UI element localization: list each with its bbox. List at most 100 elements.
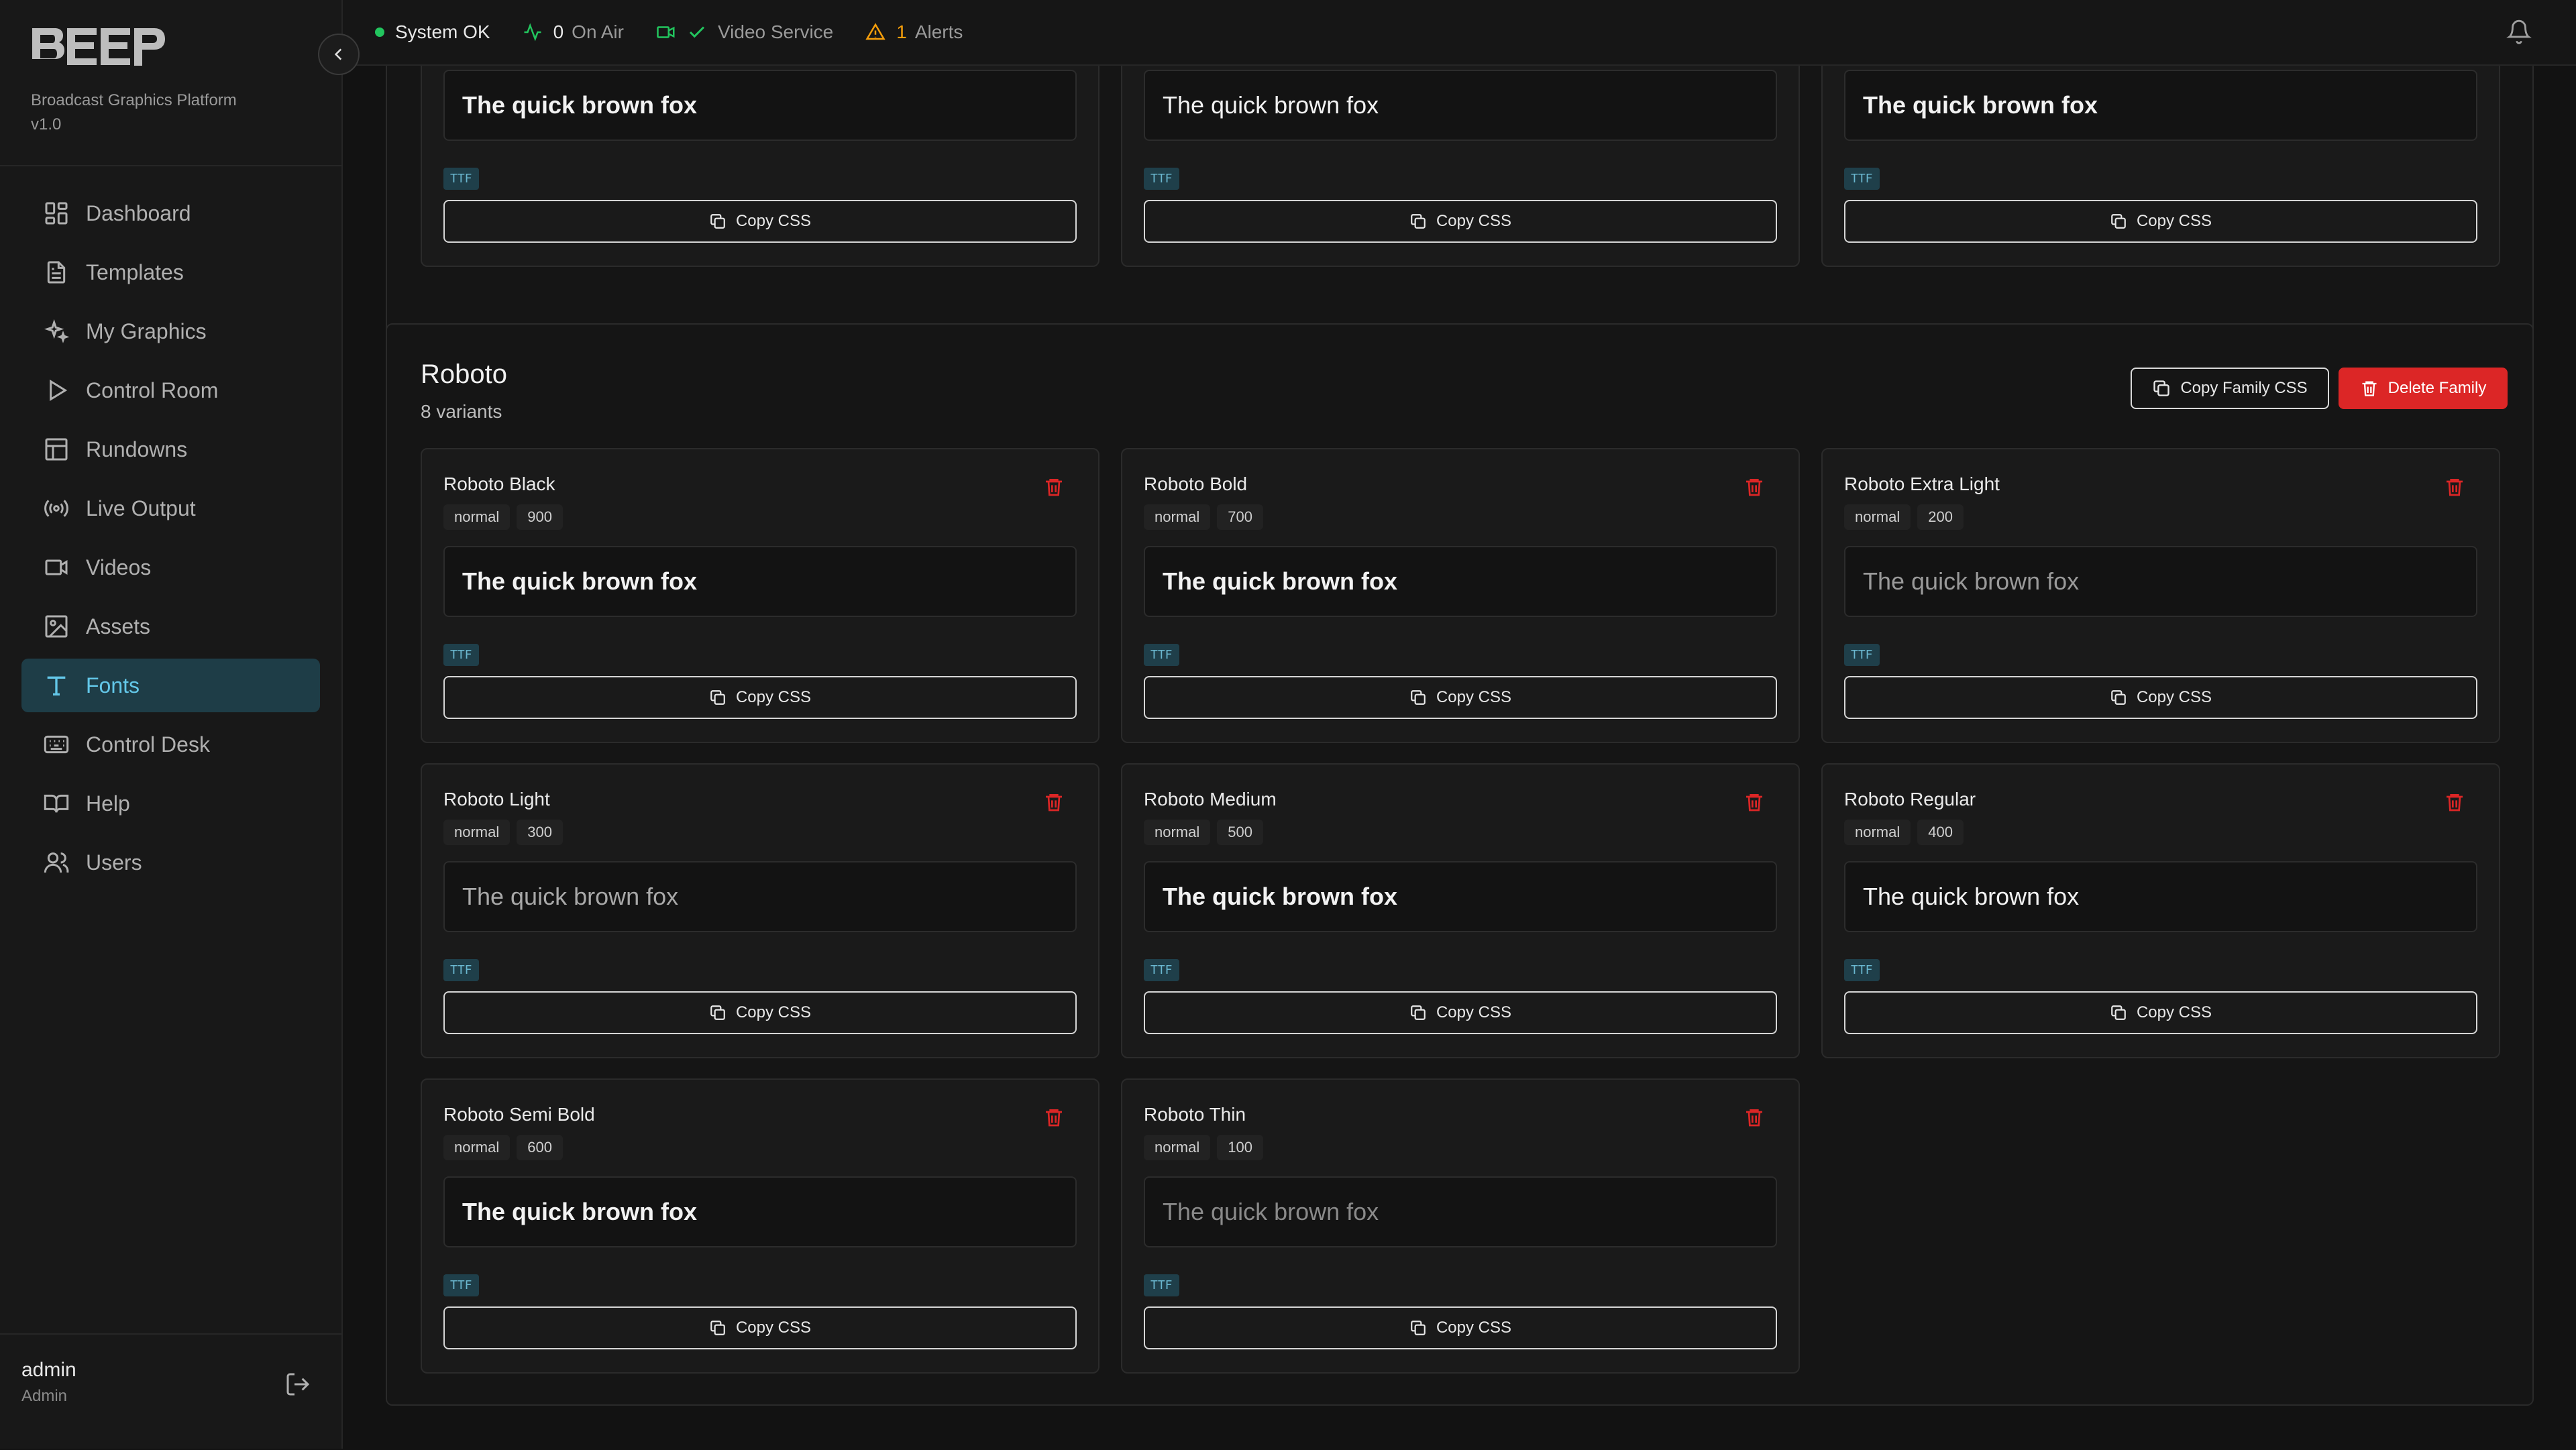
warning-icon <box>865 23 885 40</box>
on-air-count: 0 <box>553 21 564 42</box>
copy-css-button[interactable]: Copy CSS <box>1844 200 2477 243</box>
font-preview: The quick brown fox <box>1844 861 2477 932</box>
type-icon <box>47 676 66 695</box>
sidebar-item-label: Users <box>86 850 142 875</box>
sidebar-item-users[interactable]: Users <box>21 836 320 889</box>
sidebar-item-control-room[interactable]: Control Room <box>21 364 320 417</box>
sidebar-item-live-output[interactable]: Live Output <box>21 482 320 535</box>
copy-family-css-label: Copy Family CSS <box>2180 379 2308 397</box>
sidebar-item-help[interactable]: Help <box>21 777 320 830</box>
copy-css-button[interactable]: Copy CSS <box>1144 991 1777 1034</box>
copy-icon <box>1411 214 1426 229</box>
activity-icon <box>524 23 541 42</box>
beep-logo <box>32 28 165 66</box>
weight-tag: 700 <box>1217 504 1263 530</box>
user-area: admin Admin <box>0 1333 341 1450</box>
sidebar-item-label: Control Desk <box>86 732 210 757</box>
copy-icon <box>710 1005 725 1020</box>
font-card: The quick brown fox TTF Copy CSS <box>1121 64 1800 267</box>
table-icon <box>45 438 68 461</box>
sidebar-item-control-desk[interactable]: Control Desk <box>21 718 320 771</box>
font-card: Roboto Regular normal 400 The quick brow… <box>1821 763 2500 1058</box>
sidebar-item-rundowns[interactable]: Rundowns <box>21 423 320 476</box>
sidebar-nav: Dashboard Templates My Graphics Control … <box>21 186 320 895</box>
copy-icon <box>2153 380 2169 396</box>
style-tag: normal <box>443 504 511 530</box>
copy-icon <box>2111 214 2126 229</box>
image-icon <box>45 615 68 638</box>
font-card: Roboto Extra Light normal 200 The quick … <box>1821 448 2500 743</box>
copy-css-label: Copy CSS <box>1436 1003 1512 1021</box>
trash-icon[interactable] <box>2444 476 2465 498</box>
user-name: admin <box>21 1359 76 1381</box>
sidebar-item-templates[interactable]: Templates <box>21 245 320 299</box>
trash-icon <box>2362 381 2377 396</box>
sidebar-item-fonts[interactable]: Fonts <box>21 659 320 712</box>
format-badge: TTF <box>1844 959 1880 981</box>
alerts-count: 1 <box>896 21 907 42</box>
system-status-label: System OK <box>395 21 490 42</box>
copy-icon <box>710 214 725 229</box>
font-variant-name: Roboto Bold <box>1144 473 1248 494</box>
trash-icon[interactable] <box>1743 476 1765 498</box>
copy-css-button[interactable]: Copy CSS <box>1144 1306 1777 1349</box>
copy-css-label: Copy CSS <box>735 1319 812 1337</box>
trash-icon[interactable] <box>1043 476 1065 498</box>
copy-css-label: Copy CSS <box>2136 212 2212 230</box>
keyboard-icon <box>44 735 69 754</box>
trash-icon[interactable] <box>2444 791 2465 813</box>
weight-tag: 900 <box>517 504 563 530</box>
copy-family-css-button[interactable]: Copy Family CSS <box>2131 368 2329 409</box>
style-tag: normal <box>443 820 511 845</box>
video-icon <box>45 559 68 575</box>
font-preview: The quick brown fox <box>443 70 1077 141</box>
copy-css-button[interactable]: Copy CSS <box>1844 676 2477 719</box>
trash-icon[interactable] <box>1043 1107 1065 1128</box>
bell-icon[interactable] <box>2506 19 2532 44</box>
alerts-status[interactable]: 1 Alerts <box>865 21 963 43</box>
font-preview: The quick brown fox <box>443 546 1077 617</box>
format-badge: TTF <box>443 168 479 190</box>
format-badge: TTF <box>1144 168 1179 190</box>
copy-icon <box>1411 1005 1426 1020</box>
sidebar-item-videos[interactable]: Videos <box>21 541 320 594</box>
copy-css-button[interactable]: Copy CSS <box>1144 200 1777 243</box>
copy-css-button[interactable]: Copy CSS <box>443 676 1077 719</box>
copy-css-button[interactable]: Copy CSS <box>1844 991 2477 1034</box>
font-variant-name: Roboto Medium <box>1144 789 1277 810</box>
collapse-sidebar-button[interactable] <box>318 34 360 75</box>
copy-icon <box>1411 1321 1426 1335</box>
font-preview: The quick brown fox <box>443 861 1077 932</box>
format-badge: TTF <box>1844 168 1880 190</box>
sidebar-item-my-graphics[interactable]: My Graphics <box>21 304 320 358</box>
delete-family-button[interactable]: Delete Family <box>2339 368 2508 409</box>
status-dot-icon <box>375 27 384 37</box>
copy-css-button[interactable]: Copy CSS <box>443 200 1077 243</box>
user-role: Admin <box>21 1387 68 1405</box>
font-preview: The quick brown fox <box>1144 546 1777 617</box>
copy-css-button[interactable]: Copy CSS <box>443 991 1077 1034</box>
copy-css-label: Copy CSS <box>1436 212 1512 230</box>
copy-css-button[interactable]: Copy CSS <box>1144 676 1777 719</box>
copy-css-button[interactable]: Copy CSS <box>443 1306 1077 1349</box>
font-card: Roboto Light normal 300 The quick brown … <box>421 763 1099 1058</box>
sidebar-item-label: Rundowns <box>86 437 188 461</box>
trash-icon[interactable] <box>1743 791 1765 813</box>
font-preview: The quick brown fox <box>1844 546 2477 617</box>
main-content: The quick brown fox TTF Copy CSS The qui… <box>343 64 2576 1449</box>
logout-icon[interactable] <box>284 1371 311 1398</box>
check-icon <box>689 26 705 38</box>
sidebar-item-dashboard[interactable]: Dashboard <box>21 186 320 240</box>
format-badge: TTF <box>443 959 479 981</box>
copy-css-label: Copy CSS <box>735 688 812 706</box>
copy-icon <box>1411 690 1426 705</box>
trash-icon[interactable] <box>1043 791 1065 813</box>
font-family-panel-roboto: Roboto 8 variants Copy Family CSS Delete… <box>386 323 2534 1406</box>
format-badge: TTF <box>1144 959 1179 981</box>
copy-css-label: Copy CSS <box>1436 688 1512 706</box>
trash-icon[interactable] <box>1743 1107 1765 1128</box>
weight-tag: 300 <box>517 820 563 845</box>
document-icon <box>47 261 66 284</box>
sidebar-item-assets[interactable]: Assets <box>21 600 320 653</box>
font-tags: normal 300 <box>443 820 570 845</box>
